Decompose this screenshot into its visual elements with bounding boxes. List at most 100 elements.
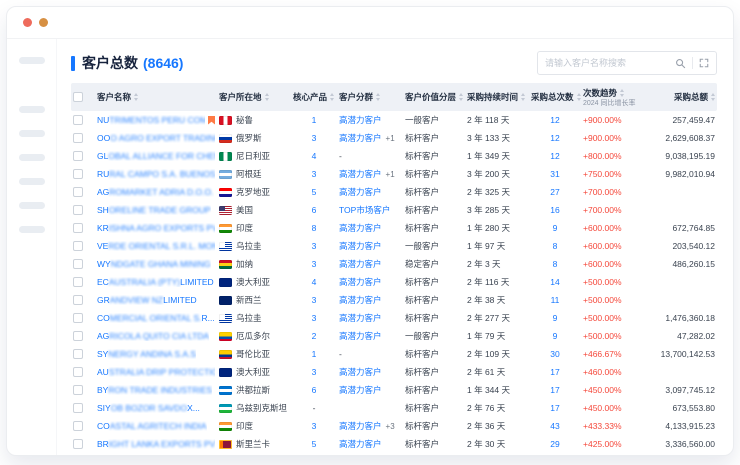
table-row[interactable]: GRANDVIEW NZ LIMITED 新西兰 3 高潜力客户 标杆客户 2 …	[71, 291, 717, 309]
row-checkbox[interactable]	[73, 205, 83, 215]
row-checkbox[interactable]	[73, 223, 83, 233]
purchase-count[interactable]: 9	[553, 331, 558, 341]
row-checkbox[interactable]	[73, 187, 83, 197]
customer-name-link[interactable]: BRIGHT LANKA EXPORTS PVT LTD	[97, 439, 215, 449]
row-checkbox[interactable]	[73, 421, 83, 431]
products-count[interactable]: 8	[312, 223, 317, 233]
header-amount[interactable]: 采购总额	[647, 91, 717, 103]
row-checkbox[interactable]	[73, 277, 83, 287]
products-count[interactable]: 3	[312, 421, 317, 431]
table-row[interactable]: NUTRIMENTOS PERU COMPANY S.A.C 秘鲁 1 高潜力客…	[71, 111, 717, 129]
row-checkbox[interactable]	[73, 133, 83, 143]
row-checkbox[interactable]	[73, 295, 83, 305]
purchase-count[interactable]: 27	[550, 187, 559, 197]
header-count[interactable]: 采购总次数	[529, 91, 581, 103]
products-count[interactable]: -	[313, 403, 316, 413]
customer-name-link[interactable]: OOO AGRO EXPORT TRADING	[97, 133, 215, 143]
sort-icon[interactable]	[577, 93, 581, 101]
row-checkbox[interactable]	[73, 241, 83, 251]
select-all-checkbox[interactable]	[73, 92, 83, 102]
segment-link[interactable]: TOP市场客户	[339, 204, 390, 216]
row-checkbox[interactable]	[73, 439, 83, 449]
products-count[interactable]: 3	[312, 367, 317, 377]
segment-link[interactable]: 高潜力客户	[339, 330, 382, 342]
table-row[interactable]: SYNERGY ANDINA S.A.S 哥伦比亚 1 - 标杆客户 2 年 1…	[71, 345, 717, 363]
header-customer-name[interactable]: 客户名称	[95, 91, 217, 103]
products-count[interactable]: 3	[312, 133, 317, 143]
purchase-count[interactable]: 9	[553, 223, 558, 233]
sort-icon[interactable]	[711, 93, 715, 101]
sort-icon[interactable]	[376, 93, 380, 101]
purchase-count[interactable]: 11	[551, 295, 560, 305]
purchase-count[interactable]: 17	[550, 367, 559, 377]
customer-name-link[interactable]: GLOBAL ALLIANCE FOR CHEMICAL	[97, 151, 215, 161]
purchase-count[interactable]: 30	[550, 349, 559, 359]
segment-link[interactable]: 高潜力客户	[339, 222, 382, 234]
sort-icon[interactable]	[265, 93, 269, 101]
segment-link[interactable]: -	[339, 349, 342, 359]
row-checkbox[interactable]	[73, 331, 83, 341]
table-row[interactable]: WYNDGATE GHANA MINING 加纳 3 高潜力客户 稳定客户 2 …	[71, 255, 717, 273]
segment-link[interactable]: 高潜力客户	[339, 186, 382, 198]
row-checkbox[interactable]	[73, 151, 83, 161]
row-checkbox[interactable]	[73, 367, 83, 377]
customer-name-link[interactable]: VERDE ORIENTAL S.R.L. MON	[97, 241, 215, 251]
customer-name-link[interactable]: SYNERGY ANDINA S.A.S	[97, 349, 196, 359]
search-icon[interactable]	[675, 58, 686, 69]
table-row[interactable]: COASTAL AGRITECH INDIA 印度 3 高潜力客户 +3 标杆客…	[71, 417, 717, 435]
products-count[interactable]: 1	[312, 115, 317, 125]
purchase-count[interactable]: 12	[550, 115, 559, 125]
products-count[interactable]: 5	[312, 187, 317, 197]
header-location[interactable]: 客户所在地	[217, 91, 291, 103]
purchase-count[interactable]: 9	[553, 313, 558, 323]
search-input[interactable]	[545, 58, 669, 68]
table-row[interactable]: AGROMARKET ADRIA D.O.O. 克罗地亚 5 高潜力客户 标杆客…	[71, 183, 717, 201]
row-checkbox[interactable]	[73, 349, 83, 359]
segment-link[interactable]: 高潜力客户	[339, 420, 382, 432]
segment-link[interactable]: 高潜力客户	[339, 168, 382, 180]
customer-name-link[interactable]: KRISHNA AGRO EXPORTS PVT	[97, 223, 215, 233]
table-row[interactable]: KRISHNA AGRO EXPORTS PVT 印度 8 高潜力客户 标杆客户…	[71, 219, 717, 237]
customer-name-link[interactable]: NUTRIMENTOS PERU COMPANY S.A.C	[97, 115, 205, 125]
customer-name-link[interactable]: SIYOB BOZOR SAVDO X...	[97, 403, 200, 413]
purchase-count[interactable]: 29	[550, 439, 559, 449]
header-trend[interactable]: 次数趋势 2024 同比增长率	[581, 87, 647, 107]
row-checkbox[interactable]	[73, 169, 83, 179]
table-row[interactable]: EC AUSTRALIA (PTY) LIMITED 澳大利亚 4 高潜力客户 …	[71, 273, 717, 291]
products-count[interactable]: 4	[312, 277, 317, 287]
products-count[interactable]: 3	[312, 169, 317, 179]
purchase-count[interactable]: 8	[553, 241, 558, 251]
header-tier[interactable]: 客户价值分层	[403, 91, 465, 103]
customer-name-link[interactable]: BYRON TRADE INDUSTRIES	[97, 385, 212, 395]
segment-link[interactable]: 高潜力客户	[339, 240, 382, 252]
segment-link[interactable]: -	[339, 151, 342, 161]
purchase-count[interactable]: 12	[550, 151, 559, 161]
sort-icon[interactable]	[459, 93, 463, 101]
sort-icon[interactable]	[620, 89, 624, 97]
row-checkbox[interactable]	[73, 259, 83, 269]
window-control-minimize-icon[interactable]	[39, 18, 48, 27]
purchase-count[interactable]: 8	[553, 259, 558, 269]
products-count[interactable]: 1	[312, 349, 317, 359]
customer-name-link[interactable]: RURAL CAMPO S.A. BUENOS	[97, 169, 215, 179]
segment-link[interactable]: 高潜力客户	[339, 258, 382, 270]
table-row[interactable]: OOO AGRO EXPORT TRADING 俄罗斯 3 高潜力客户 +1 标…	[71, 129, 717, 147]
header-products[interactable]: 核心产品	[291, 91, 337, 103]
purchase-count[interactable]: 12	[550, 133, 559, 143]
row-checkbox[interactable]	[73, 403, 83, 413]
products-count[interactable]: 3	[312, 295, 317, 305]
window-control-close-icon[interactable]	[23, 18, 32, 27]
products-count[interactable]: 2	[312, 331, 317, 341]
customer-name-link[interactable]: AGRICOLA QUITO CIA LTDA	[97, 331, 209, 341]
purchase-count[interactable]: 17	[550, 385, 559, 395]
search-box[interactable]	[537, 51, 717, 75]
header-segment[interactable]: 客户分群	[337, 91, 403, 103]
table-row[interactable]: RURAL CAMPO S.A. BUENOS 阿根廷 3 高潜力客户 +1 标…	[71, 165, 717, 183]
header-duration[interactable]: 采购持续时间	[465, 91, 529, 103]
customer-name-link[interactable]: GRANDVIEW NZ LIMITED	[97, 295, 197, 305]
table-row[interactable]: AUSTRALIA DRIP PROTECTION P... 澳大利亚 3 高潜…	[71, 363, 717, 381]
table-row[interactable]: COMERCIAL ORIENTAL S. R... 乌拉圭 3 高潜力客户 标…	[71, 309, 717, 327]
customer-name-link[interactable]: COASTAL AGRITECH INDIA	[97, 421, 207, 431]
row-checkbox[interactable]	[73, 385, 83, 395]
purchase-count[interactable]: 14	[550, 277, 559, 287]
